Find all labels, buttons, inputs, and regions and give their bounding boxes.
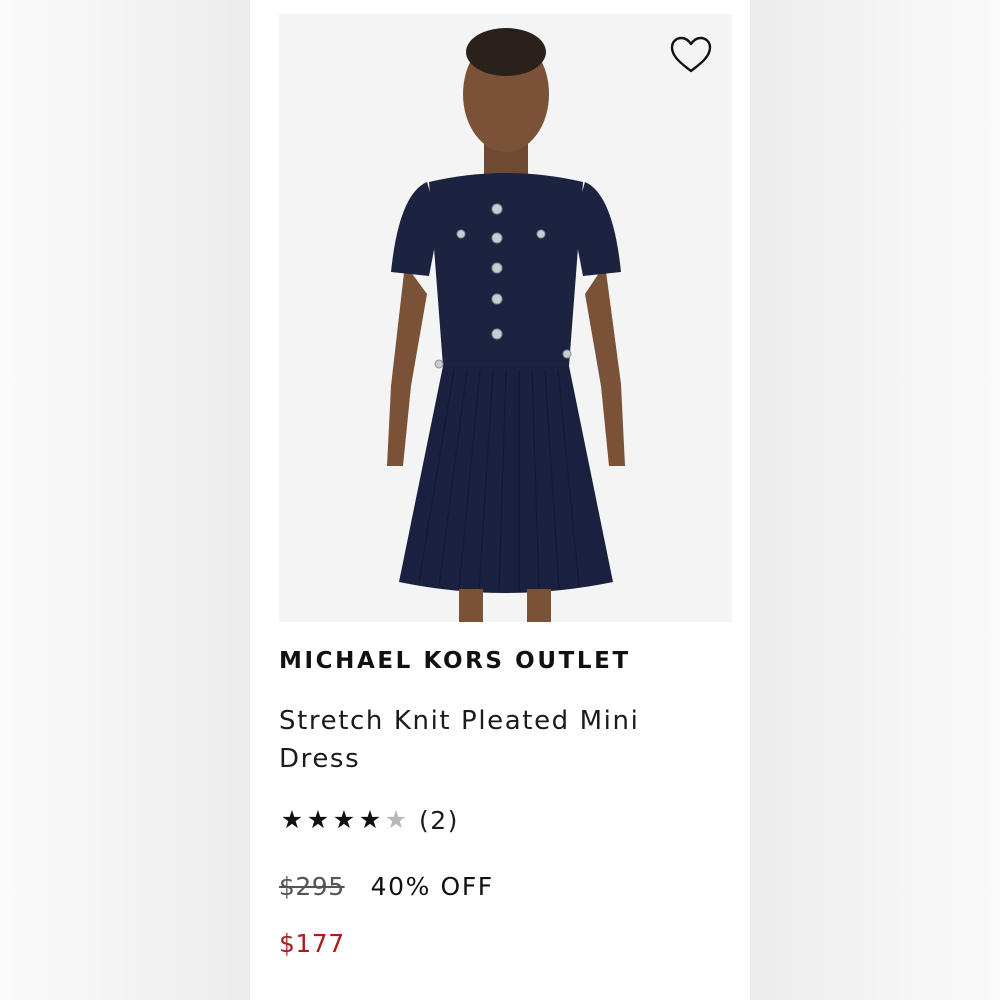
background-blur-left — [0, 0, 250, 1000]
star-filled-icon: ★ — [306, 805, 330, 834]
star-filled-icon: ★ — [280, 805, 304, 834]
original-price: $295 — [279, 872, 345, 901]
wishlist-button[interactable] — [664, 30, 718, 80]
rating-stars: ★ ★ ★ ★ ★ — [279, 805, 409, 835]
star-filled-icon: ★ — [332, 805, 356, 834]
heart-outline-icon — [670, 36, 712, 73]
review-count[interactable]: (2) — [419, 806, 459, 835]
product-rating[interactable]: ★ ★ ★ ★ ★ (2) — [279, 803, 459, 837]
product-photo — [279, 14, 732, 622]
product-title[interactable]: Stretch Knit Pleated Mini Dress — [279, 702, 729, 778]
product-image[interactable] — [279, 14, 732, 622]
star-empty-icon: ★ — [384, 805, 408, 834]
price-row: $295 40% OFF — [279, 872, 494, 901]
star-filled-icon: ★ — [358, 805, 382, 834]
discount-label: 40% OFF — [370, 872, 494, 901]
sale-price: $177 — [279, 929, 345, 958]
background-blur-right — [750, 0, 1000, 1000]
brand-name: MICHAEL KORS OUTLET — [279, 648, 631, 674]
